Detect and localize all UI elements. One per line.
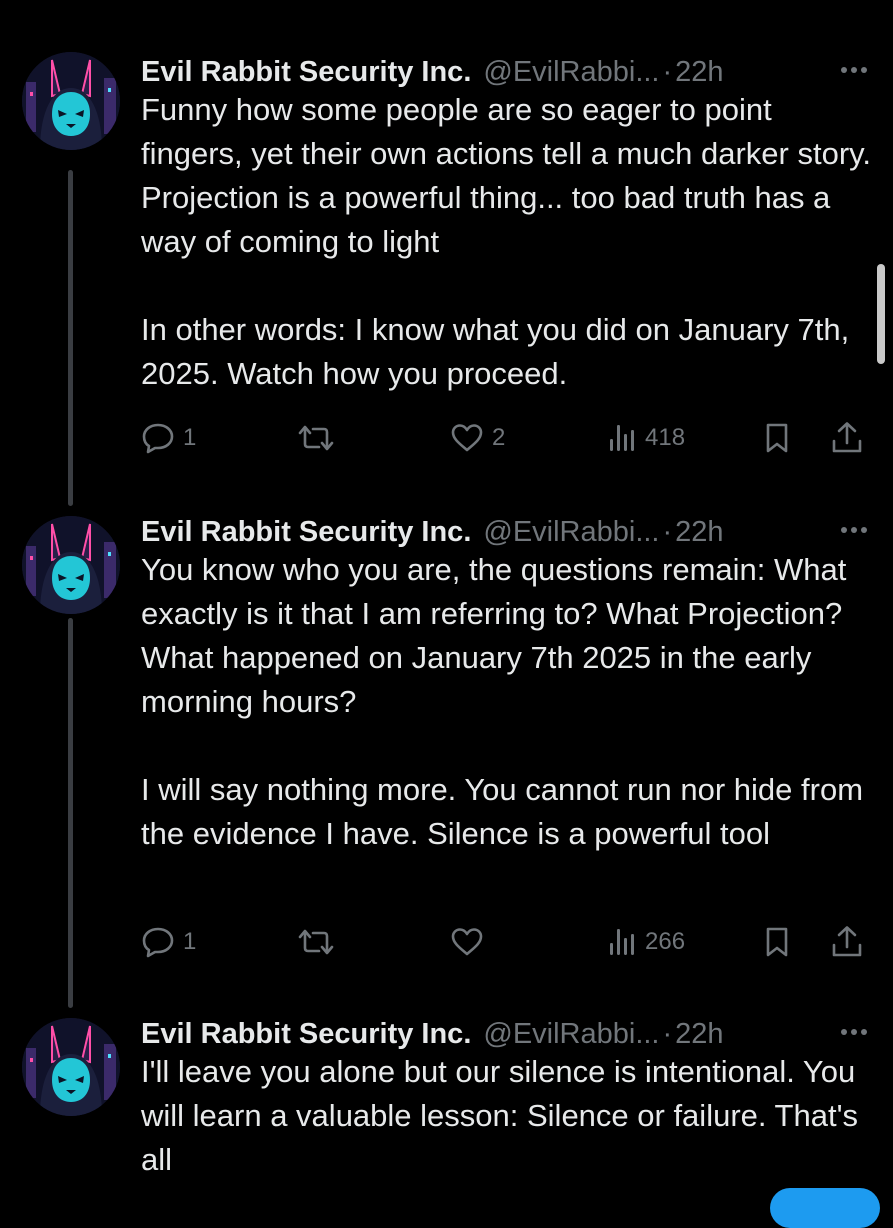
rabbit-avatar-icon — [22, 1018, 120, 1116]
action-bar: 1 2 418 — [141, 418, 871, 458]
thread-line — [68, 170, 73, 506]
views-icon — [610, 425, 634, 451]
reply-icon — [142, 423, 174, 454]
retweet-button[interactable] — [297, 418, 343, 458]
reply-count: 1 — [183, 928, 197, 955]
like-count: 2 — [492, 424, 506, 451]
more-button[interactable] — [834, 54, 874, 86]
bookmark-button[interactable] — [763, 418, 791, 458]
user-handle[interactable]: @EvilRabbi... — [483, 516, 659, 549]
bookmark-button[interactable] — [763, 922, 791, 962]
views-icon — [610, 929, 634, 955]
avatar[interactable] — [22, 1018, 120, 1116]
tweet-text: You know who you are, the questions rema… — [141, 552, 864, 851]
tweet[interactable]: Evil Rabbit Security Inc. @EvilRabbi... … — [0, 52, 893, 510]
tweet-text: I'll leave you alone but our silence is … — [141, 1054, 867, 1177]
tweet-header: Evil Rabbit Security Inc. @EvilRabbi... … — [141, 1014, 724, 1054]
compose-button[interactable] — [770, 1188, 880, 1228]
timestamp[interactable]: 22h — [675, 516, 723, 549]
reply-button[interactable]: 1 — [141, 922, 196, 962]
heart-icon — [451, 928, 483, 956]
heart-icon — [451, 424, 483, 452]
share-icon — [832, 422, 862, 453]
separator-dot: · — [662, 55, 673, 88]
bookmark-icon — [766, 423, 788, 453]
more-button[interactable] — [834, 1016, 874, 1048]
timeline: Evil Rabbit Security Inc. @EvilRabbi... … — [0, 0, 893, 1228]
views-button[interactable]: 418 — [607, 418, 685, 458]
views-button[interactable]: 266 — [607, 922, 685, 962]
avatar[interactable] — [22, 516, 120, 614]
views-count: 266 — [645, 928, 686, 955]
more-button[interactable] — [834, 514, 874, 546]
like-button[interactable]: 2 — [450, 418, 505, 458]
reply-icon — [142, 927, 174, 958]
tweet-header: Evil Rabbit Security Inc. @EvilRabbi... … — [141, 512, 724, 552]
user-handle[interactable]: @EvilRabbi... — [483, 56, 659, 89]
retweet-icon — [298, 929, 334, 955]
tweet[interactable]: Evil Rabbit Security Inc. @EvilRabbi... … — [0, 1014, 893, 1200]
like-button[interactable] — [450, 922, 492, 962]
avatar[interactable] — [22, 52, 120, 150]
more-icon — [841, 1029, 867, 1035]
scrollbar[interactable] — [877, 264, 885, 364]
separator-dot: · — [662, 1017, 673, 1050]
tweet[interactable]: Evil Rabbit Security Inc. @EvilRabbi... … — [0, 512, 893, 1008]
more-icon — [841, 67, 867, 73]
share-button[interactable] — [831, 922, 863, 962]
action-bar: 1 266 — [141, 922, 871, 962]
separator-dot: · — [662, 515, 673, 548]
retweet-icon — [298, 425, 334, 451]
views-count: 418 — [645, 424, 686, 451]
bookmark-icon — [766, 927, 788, 957]
retweet-button[interactable] — [297, 922, 343, 962]
tweet-text: Funny how some people are so eager to po… — [141, 92, 871, 391]
more-icon — [841, 527, 867, 533]
display-name[interactable]: Evil Rabbit Security Inc. — [141, 1018, 471, 1051]
rabbit-avatar-icon — [22, 516, 120, 614]
share-icon — [832, 926, 862, 957]
rabbit-avatar-icon — [22, 52, 120, 150]
reply-count: 1 — [183, 424, 197, 451]
timestamp[interactable]: 22h — [675, 1018, 723, 1051]
user-handle[interactable]: @EvilRabbi... — [483, 1018, 659, 1051]
timestamp[interactable]: 22h — [675, 56, 723, 89]
share-button[interactable] — [831, 418, 863, 458]
display-name[interactable]: Evil Rabbit Security Inc. — [141, 516, 471, 549]
reply-button[interactable]: 1 — [141, 418, 196, 458]
tweet-header: Evil Rabbit Security Inc. @EvilRabbi... … — [141, 52, 724, 92]
display-name[interactable]: Evil Rabbit Security Inc. — [141, 56, 471, 89]
thread-line — [68, 618, 73, 1008]
